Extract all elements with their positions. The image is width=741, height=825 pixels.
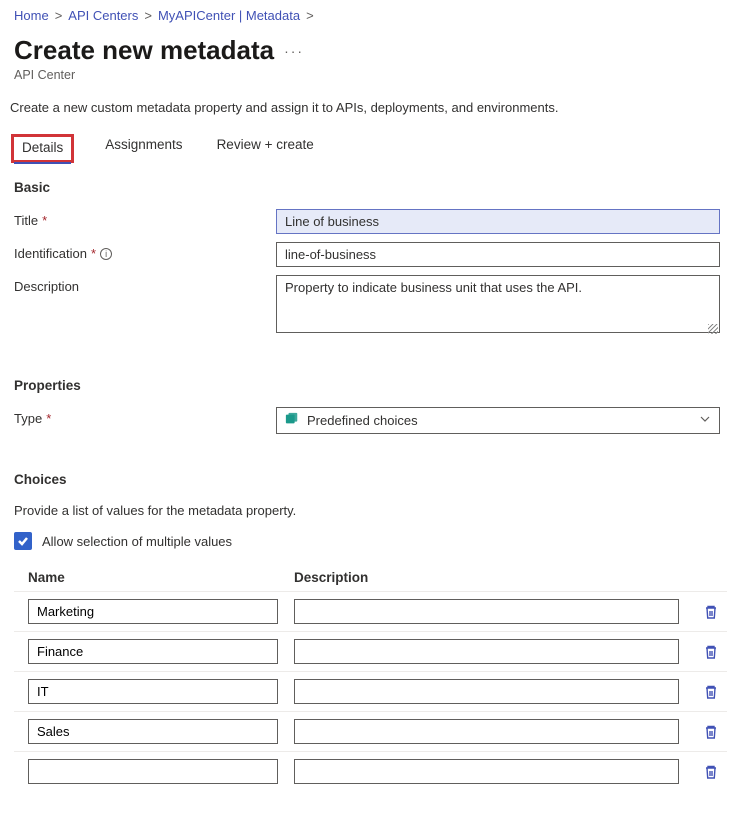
delete-choice-button[interactable] <box>695 724 727 740</box>
delete-choice-button[interactable] <box>695 644 727 660</box>
choice-row <box>14 751 727 791</box>
trash-icon <box>703 644 719 660</box>
predefined-choices-icon <box>285 412 299 429</box>
choice-name-input[interactable] <box>28 679 278 704</box>
info-icon[interactable]: i <box>100 248 112 260</box>
identification-input[interactable] <box>276 242 720 267</box>
delete-choice-button[interactable] <box>695 764 727 780</box>
intro-text: Create a new custom metadata property an… <box>0 100 741 125</box>
allow-multiple-label: Allow selection of multiple values <box>42 534 232 549</box>
type-select-value: Predefined choices <box>307 413 418 428</box>
required-asterisk: * <box>91 246 96 261</box>
delete-choice-button[interactable] <box>695 604 727 620</box>
tab-details[interactable]: Details <box>14 137 71 160</box>
choice-name-input[interactable] <box>28 759 278 784</box>
title-input[interactable] <box>276 209 720 234</box>
breadcrumb-link-myapicenter[interactable]: MyAPICenter | Metadata <box>158 8 300 23</box>
description-input[interactable] <box>276 275 720 333</box>
allow-multiple-checkbox[interactable] <box>14 532 32 550</box>
label-identification: Identification * i <box>14 242 266 261</box>
choice-name-input[interactable] <box>28 599 278 624</box>
section-basic-heading: Basic <box>14 180 727 195</box>
choices-col-name: Name <box>28 570 278 585</box>
breadcrumb-link-home[interactable]: Home <box>14 8 49 23</box>
choice-name-input[interactable] <box>28 719 278 744</box>
choice-description-input[interactable] <box>294 719 679 744</box>
choice-description-input[interactable] <box>294 679 679 704</box>
required-asterisk: * <box>46 411 51 426</box>
trash-icon <box>703 764 719 780</box>
choice-description-input[interactable] <box>294 599 679 624</box>
chevron-right-icon: > <box>306 8 314 23</box>
type-select[interactable]: Predefined choices <box>276 407 720 434</box>
breadcrumb: Home > API Centers > MyAPICenter | Metad… <box>0 0 741 31</box>
choice-row <box>14 711 727 751</box>
required-asterisk: * <box>42 213 47 228</box>
choices-col-description: Description <box>294 570 679 585</box>
choice-description-input[interactable] <box>294 759 679 784</box>
section-properties-heading: Properties <box>14 378 727 393</box>
section-choices-heading: Choices <box>14 472 727 487</box>
label-type: Type * <box>14 407 266 426</box>
tabs: Details Assignments Review + create <box>0 125 741 168</box>
chevron-down-icon <box>699 413 711 428</box>
breadcrumb-link-api-centers[interactable]: API Centers <box>68 8 138 23</box>
label-title: Title * <box>14 209 266 228</box>
tab-assignments[interactable]: Assignments <box>105 137 182 160</box>
page-subtitle: API Center <box>0 68 741 100</box>
choice-row <box>14 671 727 711</box>
tab-review-create[interactable]: Review + create <box>217 137 314 160</box>
chevron-right-icon: > <box>55 8 63 23</box>
delete-choice-button[interactable] <box>695 684 727 700</box>
choice-description-input[interactable] <box>294 639 679 664</box>
choices-caption: Provide a list of values for the metadat… <box>0 497 741 524</box>
trash-icon <box>703 604 719 620</box>
choice-row <box>14 591 727 631</box>
page-title: Create new metadata <box>14 35 274 66</box>
chevron-right-icon: > <box>144 8 152 23</box>
trash-icon <box>703 724 719 740</box>
choice-row <box>14 631 727 671</box>
label-description: Description <box>14 275 266 294</box>
more-actions-icon[interactable]: ··· <box>284 43 304 59</box>
choice-name-input[interactable] <box>28 639 278 664</box>
trash-icon <box>703 684 719 700</box>
